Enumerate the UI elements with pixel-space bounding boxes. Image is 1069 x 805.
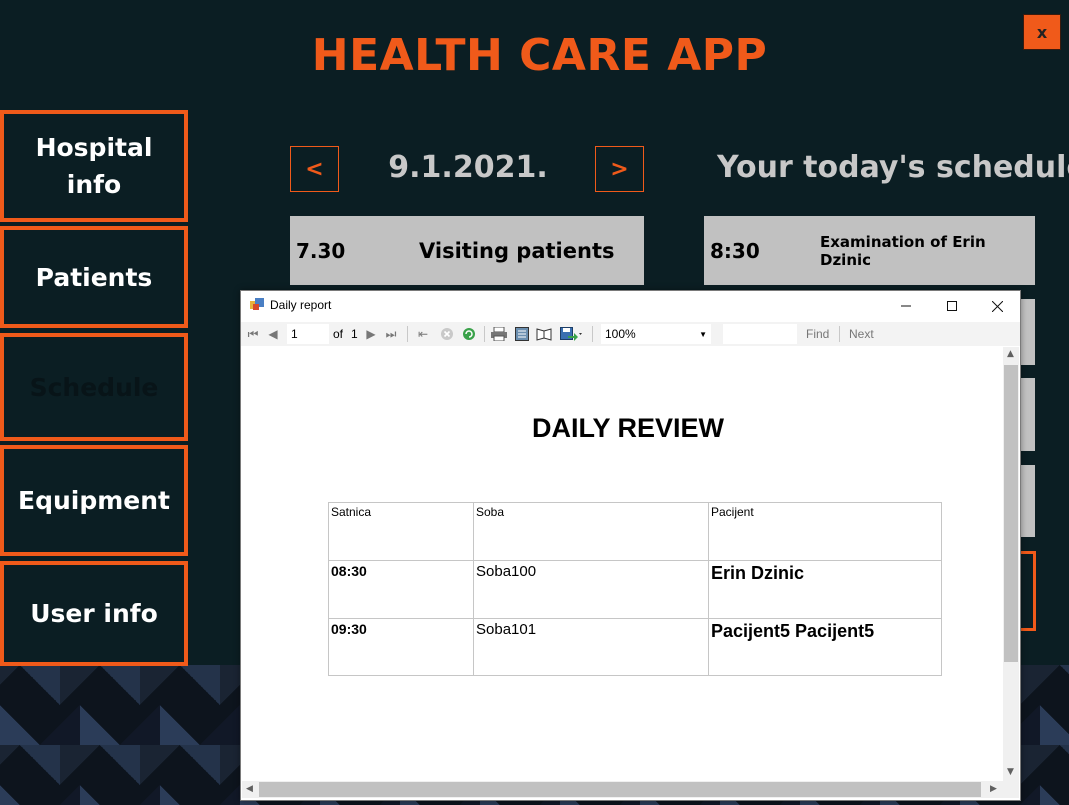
schedule-slot-edge	[1020, 378, 1035, 451]
slot-time: 8:30	[710, 238, 760, 263]
scroll-down-icon[interactable]: ▼	[1007, 767, 1014, 777]
page-setup-icon[interactable]	[536, 325, 552, 343]
column-header: Soba	[473, 502, 709, 561]
maximize-icon	[947, 301, 957, 311]
of-label: of	[333, 327, 344, 341]
report-toolbar: ⏮ ◀ 1 of 1 ▶ ⏭ ⇤ 100% ▼ Find Next	[241, 322, 1020, 346]
row-room: Soba101	[473, 618, 709, 676]
next-page-icon[interactable]: ▶	[365, 325, 377, 343]
row-time: 09:30	[328, 618, 474, 676]
refresh-icon[interactable]	[461, 325, 477, 343]
find-next-button[interactable]: Next	[849, 325, 874, 343]
schedule-slot-edge	[1020, 299, 1035, 365]
zoom-select[interactable]: 100% ▼	[601, 324, 711, 344]
print-layout-icon[interactable]	[514, 325, 530, 343]
column-header: Satnica	[328, 502, 474, 561]
report-viewer: DAILY REVIEW Satnica Soba Pacijent 08:30…	[242, 347, 1004, 781]
toolbar-separator	[407, 326, 408, 342]
sidebar-item-label: Equipment	[18, 486, 170, 515]
table-header-row: Satnica Soba Pacijent	[328, 502, 942, 561]
table-row: 09:30 Soba101 Pacijent5 Pacijent5	[328, 618, 942, 676]
row-room: Soba100	[473, 560, 709, 619]
window-titlebar: Daily report	[241, 291, 1020, 321]
sidebar-item-user-info[interactable]: User info	[0, 561, 188, 666]
report-app-icon	[250, 298, 264, 310]
first-page-icon[interactable]: ⏮	[247, 325, 259, 343]
close-icon	[991, 300, 1003, 312]
back-icon[interactable]: ⇤	[416, 325, 430, 343]
sidebar-item-label: Schedule	[29, 372, 159, 402]
scroll-right-icon[interactable]: ▶	[990, 784, 997, 794]
scroll-thumb[interactable]	[1004, 365, 1018, 662]
toolbar-separator	[839, 326, 840, 342]
total-pages: 1	[351, 327, 358, 341]
row-time: 08:30	[328, 560, 474, 619]
slot-description: Examination of Erin Dzinic	[820, 232, 986, 269]
sidebar-item-schedule[interactable]: Schedule	[0, 333, 188, 441]
window-title: Daily report	[270, 298, 332, 312]
report-title: DAILY REVIEW	[532, 413, 725, 443]
sidebar-item-equipment[interactable]: Equipment	[0, 445, 188, 556]
sidebar-item-label: Hospital info	[35, 133, 153, 199]
find-button[interactable]: Find	[806, 325, 829, 343]
schedule-heading: Your today's schedule	[717, 150, 1069, 185]
vertical-scrollbar[interactable]: ▲ ▼	[1003, 347, 1019, 781]
page-number-input[interactable]: 1	[287, 324, 329, 344]
scroll-up-icon[interactable]: ▲	[1007, 349, 1014, 359]
report-table: Satnica Soba Pacijent 08:30 Soba100 Erin…	[328, 502, 942, 676]
export-icon[interactable]	[559, 325, 583, 343]
scroll-left-icon[interactable]: ◀	[246, 784, 253, 794]
schedule-slot[interactable]: 8:30 Examination of Erin Dzinic	[704, 216, 1035, 285]
zoom-value: 100%	[605, 327, 636, 341]
maximize-button[interactable]	[929, 291, 975, 321]
toolbar-separator	[484, 326, 485, 342]
minimize-icon	[901, 305, 911, 307]
current-date: 9.1.2021.	[388, 150, 548, 185]
schedule-slot[interactable]: 7.30 Visiting patients	[290, 216, 644, 285]
chevron-down-icon: ▼	[699, 329, 707, 339]
slot-time: 7.30	[296, 238, 346, 263]
minimize-button[interactable]	[883, 291, 929, 321]
find-input[interactable]	[723, 324, 797, 344]
scroll-thumb[interactable]	[259, 782, 981, 797]
sidebar-item-hospital-info[interactable]: Hospital info	[0, 110, 188, 222]
schedule-slot-edge	[1020, 465, 1035, 537]
scrollbar-corner	[1003, 781, 1019, 798]
toolbar-separator	[592, 326, 593, 342]
last-page-icon[interactable]: ⏭	[385, 325, 397, 343]
next-day-button[interactable]: >	[595, 146, 644, 192]
sidebar-item-patients[interactable]: Patients	[0, 226, 188, 328]
app-title: HEALTH CARE APP	[311, 30, 768, 81]
sidebar-item-label: Patients	[35, 262, 153, 292]
horizontal-scrollbar[interactable]: ◀ ▶	[242, 781, 1003, 798]
window-close-button[interactable]	[974, 291, 1020, 321]
column-header: Pacijent	[708, 502, 942, 561]
table-row: 08:30 Soba100 Erin Dzinic	[328, 560, 942, 619]
print-icon[interactable]	[491, 325, 507, 343]
stop-icon[interactable]	[439, 325, 455, 343]
sidebar-item-label: User info	[30, 599, 158, 628]
daily-report-window: Daily report ⏮ ◀ 1 of 1 ▶ ⏭ ⇤ 100% ▼ Fin…	[240, 290, 1021, 801]
previous-page-icon[interactable]: ◀	[267, 325, 279, 343]
previous-day-button[interactable]: <	[290, 146, 339, 192]
slot-description: Visiting patients	[419, 238, 615, 263]
row-patient: Erin Dzinic	[708, 560, 942, 619]
row-patient: Pacijent5 Pacijent5	[708, 618, 942, 676]
